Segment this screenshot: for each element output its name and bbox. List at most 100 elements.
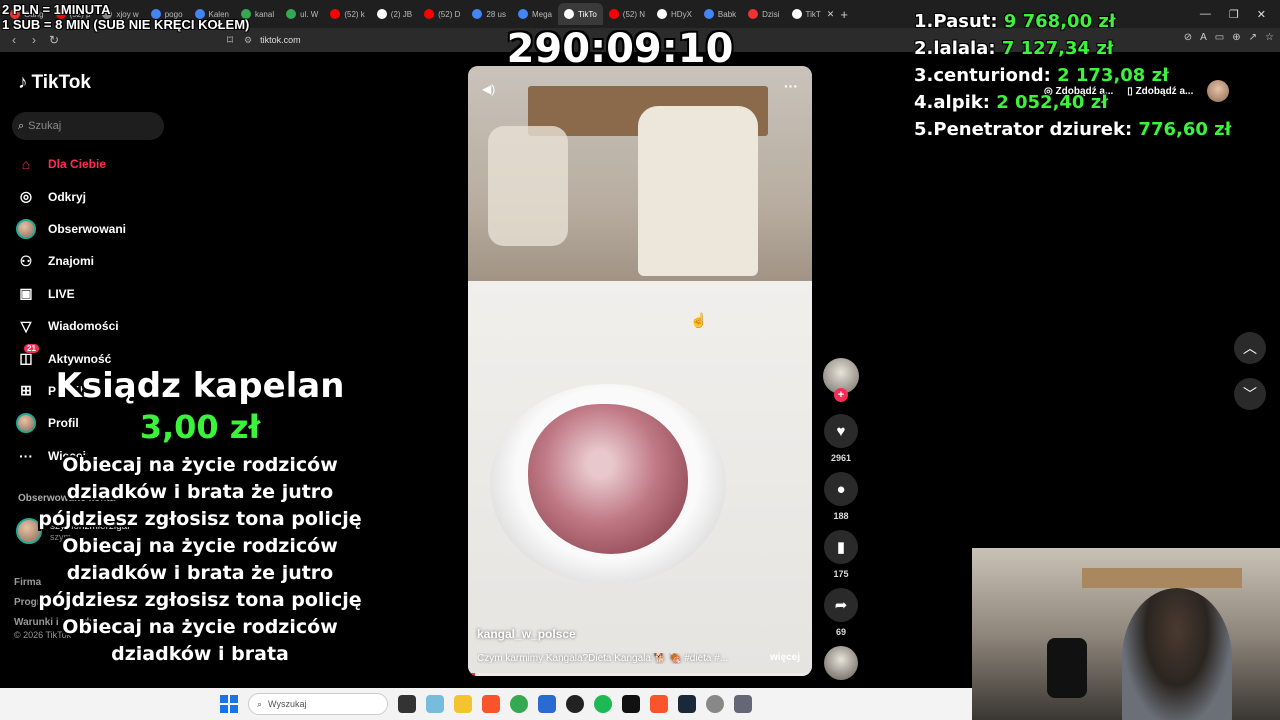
tab-label: (52) k [344, 9, 365, 19]
steam-icon[interactable] [678, 695, 696, 713]
video-player[interactable]: ◀) ··· kangal_w_polsce Czym karmimy Kang… [468, 66, 812, 676]
forward-icon[interactable]: › [24, 33, 44, 47]
follow-plus-icon[interactable]: + [834, 388, 848, 402]
tab-favicon-icon [791, 9, 802, 19]
leaderboard-name: lalala: [933, 38, 996, 59]
video-chair [488, 126, 568, 246]
comment-icon[interactable]: ● [824, 472, 858, 506]
tab-favicon-icon [376, 9, 387, 19]
copilot-icon[interactable] [426, 695, 444, 713]
back-icon[interactable]: ‹ [4, 33, 24, 47]
home-icon: ⌂ [21, 156, 31, 173]
browser-tab[interactable]: (52) N [603, 3, 651, 25]
browser-tab[interactable]: (2) JB [371, 3, 418, 25]
chevron-up-icon: ︿ [1243, 340, 1257, 356]
site-info-icon[interactable]: ⚙ [244, 35, 252, 46]
zoom-icon[interactable]: ⊕ [1232, 32, 1240, 43]
like-icon[interactable]: ♥ [824, 414, 858, 448]
new-tab-button[interactable]: + [834, 7, 854, 22]
browser-tab[interactable]: TikT [786, 3, 827, 25]
reload-icon[interactable]: ↻ [44, 33, 64, 47]
sidebar-item-odkryj[interactable]: ◎ Odkryj [16, 180, 216, 212]
streamer-webcam [972, 548, 1280, 720]
previous-video-button[interactable]: ︿ [1234, 332, 1266, 364]
windows-taskbar: ⌕ Wyszukaj [0, 688, 972, 720]
friends-icon: ⚇ [19, 252, 33, 269]
sidebar-item-dla-ciebie[interactable]: ⌂ Dla Ciebie [16, 148, 216, 180]
sidebar-item-live[interactable]: ▣ LIVE [16, 278, 216, 310]
task-view-icon[interactable] [398, 695, 416, 713]
donation-message: Obiecaj na życie rodziców dziadków i bra… [38, 454, 362, 665]
browser-tab[interactable]: ul. W [280, 3, 324, 25]
hand-cursor-icon: ☝ [690, 312, 708, 328]
tab-label: (52) N [622, 9, 646, 19]
spotify-icon[interactable] [594, 695, 612, 713]
windows-start-icon[interactable] [220, 695, 238, 713]
tiktok-note-icon: ♪ [18, 72, 28, 93]
tab-favicon-icon [330, 9, 341, 19]
store-icon[interactable] [538, 695, 556, 713]
brave-icon[interactable] [482, 695, 500, 713]
tab-label: kanal [254, 9, 275, 19]
sidebar-item-wiadomości[interactable]: ▽ Wiadomości [16, 310, 216, 342]
browser-tab[interactable]: Mega [512, 3, 558, 25]
video-author[interactable]: kangal_w_polsce [477, 627, 576, 641]
sidebar-item-obserwowani[interactable]: Obserwowani [16, 213, 216, 245]
browser-tab[interactable]: Babk [698, 3, 742, 25]
volume-icon[interactable]: ◀) [482, 82, 495, 96]
tab-label: (2) JB [390, 9, 413, 19]
tab-close-icon[interactable]: ✕ [827, 9, 835, 20]
description-more-link[interactable]: więcej [770, 652, 800, 663]
donation-alert: Ksiądz kapelan 3,00 zł Obiecaj na życie … [30, 366, 370, 668]
video-progress-fill [468, 673, 475, 676]
rule-line-2: 1 SUB = 8 MIN (SUB NIE KRĘCI KOŁEM) [2, 17, 250, 32]
calculator-icon[interactable] [734, 695, 752, 713]
leaderboard-rank: 5. [914, 119, 934, 140]
app-icon[interactable] [622, 695, 640, 713]
leaderboard-rank: 1. [914, 11, 934, 32]
leaderboard-row: 3.centuriond: 2 173,08 zł [914, 62, 1231, 89]
sidebar-item-znajomi[interactable]: ⚇ Znajomi [16, 245, 216, 277]
browser-tab[interactable]: Dzisi [742, 3, 785, 25]
browser-tab[interactable]: HDyX [651, 3, 698, 25]
live-icon: ▣ [19, 285, 33, 302]
settings-icon[interactable] [706, 695, 724, 713]
browser-tab[interactable]: (52) D [418, 3, 466, 25]
brave-icon[interactable] [650, 695, 668, 713]
share-icon[interactable]: ↗ [1249, 32, 1257, 43]
leaderboard-rank: 3. [914, 65, 934, 86]
leaderboard-amount: 9 768,00 zł [1003, 11, 1116, 32]
tiktok-logo[interactable]: ♪ TikTok [18, 72, 91, 94]
browser-tab[interactable]: 28 us [466, 3, 512, 25]
video-meat [528, 404, 688, 554]
leaderboard-amount: 776,60 zł [1138, 119, 1232, 140]
browser-tab[interactable]: (52) k [324, 3, 370, 25]
leaderboard-amount: 2 052,40 zł [996, 92, 1108, 113]
bookmark-save-icon[interactable]: ▮ [824, 530, 858, 564]
notification-badge: 21 [24, 344, 39, 354]
share-arrow-icon[interactable]: ➦ [824, 588, 858, 622]
tab-favicon-icon [424, 9, 435, 19]
taskbar-search[interactable]: ⌕ Wyszukaj [248, 693, 388, 715]
app-icon[interactable] [566, 695, 584, 713]
star-icon[interactable]: ☆ [1265, 32, 1274, 43]
leaderboard-name: Penetrator dziurek: [933, 119, 1133, 140]
webcam-shelf [1082, 568, 1242, 588]
search-input[interactable]: ⌕ Szukaj [12, 112, 164, 140]
creator-avatar[interactable]: + [823, 358, 859, 402]
close-window-icon[interactable]: ✕ [1257, 8, 1266, 21]
video-more-icon[interactable]: ··· [784, 78, 798, 94]
music-disc-icon[interactable] [824, 646, 858, 680]
next-video-button[interactable]: ﹀ [1234, 378, 1266, 410]
chrome-icon[interactable] [510, 695, 528, 713]
like-count: 2961 [830, 453, 852, 463]
url-text: tiktok.com [260, 35, 301, 45]
file-explorer-icon[interactable] [454, 695, 472, 713]
tab-label: ul. W [300, 9, 319, 19]
tab-label: HDyX [671, 9, 692, 19]
video-progress-bar[interactable] [468, 673, 812, 676]
bookmark-icon[interactable]: ⌑ [220, 33, 240, 47]
leaderboard-row: 4.alpik: 2 052,40 zł [914, 89, 1231, 116]
leaderboard-name: Pasut: [933, 11, 998, 32]
browser-tab[interactable]: TikTo [557, 3, 603, 25]
